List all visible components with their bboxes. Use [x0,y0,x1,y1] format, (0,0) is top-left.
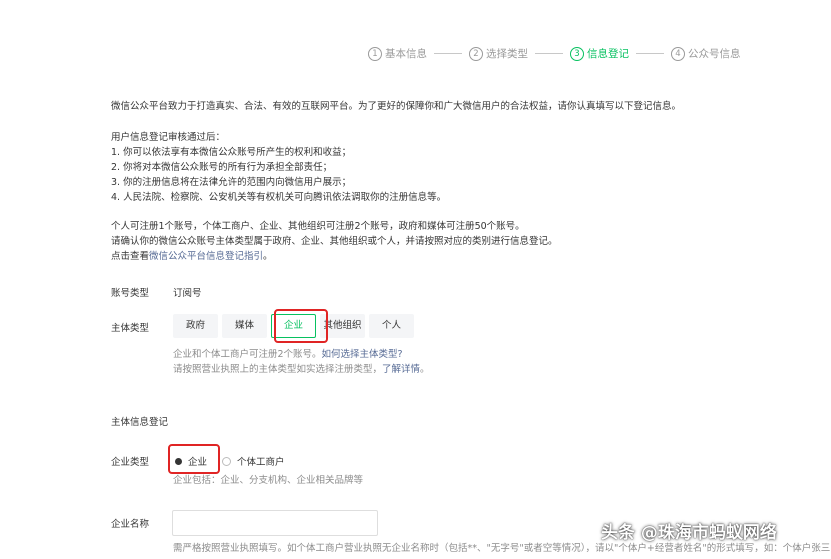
registration-guide-link[interactable]: 微信公众平台信息登记指引 [149,251,263,262]
step-indicator: 1 基本信息 2 选择类型 3 信息登记 4 公众号信息 [368,46,741,61]
step-number-icon: 1 [368,46,382,61]
step-basic-info: 1 基本信息 [368,46,427,61]
watermark: 头条 @珠海市蚂蚁网络 [601,523,777,543]
confirm-type-text: 请确认你的微信公众账号主体类型属于政府、企业、其他组织或个人，并请按照对应的类别… [111,236,558,247]
company-type-hint: 企业包括：企业、分支机构、企业相关品牌等 [173,475,364,486]
intro-text: 微信公众平台致力于打造真实、合法、有效的互联网平台。为了更好的保障你和广大微信用… [111,101,682,112]
subject-option-media[interactable]: 媒体 [222,314,267,338]
account-limit-text: 个人可注册1个账号，个体工商户、企业、其他组织可注册2个账号，政府和媒体可注册5… [111,221,525,232]
step-label: 信息登记 [587,48,629,60]
step-label: 选择类型 [486,48,528,60]
subject-hint-suffix: 。 [420,364,430,375]
review-item: 1. 你可以依法享有本微信公众账号所产生的权利和收益； [111,147,352,158]
company-name-label: 企业名称 [111,519,150,530]
step-number-icon: 2 [469,46,483,61]
step-label: 公众号信息 [688,48,741,60]
radio-individual-business[interactable]: 个体工商户 [222,454,285,468]
registration-panel: 1 基本信息 2 选择类型 3 信息登记 4 公众号信息 微信公众平台致力于打造… [0,0,831,559]
step-account-info: 4 公众号信息 [671,46,741,61]
review-item: 2. 你将对本微信公众账号的所有行为承担全部责任； [111,162,333,173]
subject-option-government[interactable]: 政府 [173,314,218,338]
how-to-choose-link[interactable]: 如何选择主体类型? [322,349,403,360]
review-item: 4. 人民法院、检察院、公安机关等有权机关可向腾讯依法调取你的注册信息等。 [111,192,447,203]
highlight-box [274,309,328,343]
step-divider [535,53,563,54]
subject-hint-2: 请按照营业执照上的主体类型如实选择注册类型，了解详情。 [173,361,430,375]
guide-prefix: 点击查看 [111,251,150,262]
radio-unchecked-icon [222,456,231,466]
review-item: 3. 你的注册信息将在法律允许的范围内向微信用户展示； [111,177,352,188]
subject-type-label: 主体类型 [111,323,150,334]
step-divider [434,53,462,54]
subject-hint-text: 请按照营业执照上的主体类型如实选择注册类型， [173,364,383,375]
account-type-label: 账号类型 [111,288,150,299]
learn-more-link[interactable]: 了解详情 [382,364,420,375]
subject-hint-text: 企业和个体工商户可注册2个账号。 [173,349,322,360]
subject-hint-1: 企业和个体工商户可注册2个账号。如何选择主体类型? [173,346,403,360]
radio-label: 个体工商户 [237,457,285,468]
step-select-type: 2 选择类型 [469,46,528,61]
step-label: 基本信息 [385,48,427,60]
section-title: 主体信息登记 [111,417,169,428]
subject-option-individual[interactable]: 个人 [369,314,414,338]
guide-suffix: 。 [263,251,273,262]
company-name-input[interactable] [172,510,378,536]
step-info-registration: 3 信息登记 [570,46,629,61]
company-type-label: 企业类型 [111,457,150,468]
account-type-value: 订阅号 [173,288,202,299]
review-title: 用户信息登记审核通过后： [111,132,226,143]
step-number-icon: 3 [570,46,584,61]
step-divider [636,53,664,54]
step-number-icon: 4 [671,46,685,61]
guide-line: 点击查看微信公众平台信息登记指引。 [111,248,273,262]
highlight-box [168,444,220,474]
